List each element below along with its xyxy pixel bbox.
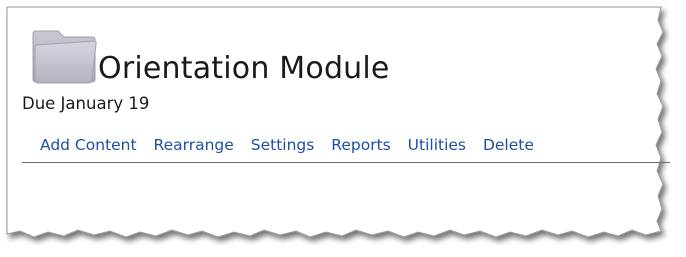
reports-link[interactable]: Reports	[331, 136, 390, 154]
page-title: Orientation Module	[98, 51, 390, 86]
utilities-link[interactable]: Utilities	[408, 136, 466, 154]
action-links: Add Content Rearrange Settings Reports U…	[40, 136, 546, 154]
rearrange-link[interactable]: Rearrange	[154, 136, 234, 154]
module-header: Orientation Module	[28, 23, 628, 95]
due-date: Due January 19	[22, 94, 150, 113]
add-content-link[interactable]: Add Content	[40, 136, 137, 154]
module-card: Orientation Module Due January 19 Add Co…	[6, 6, 672, 251]
settings-link[interactable]: Settings	[251, 136, 315, 154]
delete-link[interactable]: Delete	[483, 136, 534, 154]
action-bar: Add Content Rearrange Settings Reports U…	[22, 126, 670, 163]
folder-icon	[32, 30, 97, 84]
